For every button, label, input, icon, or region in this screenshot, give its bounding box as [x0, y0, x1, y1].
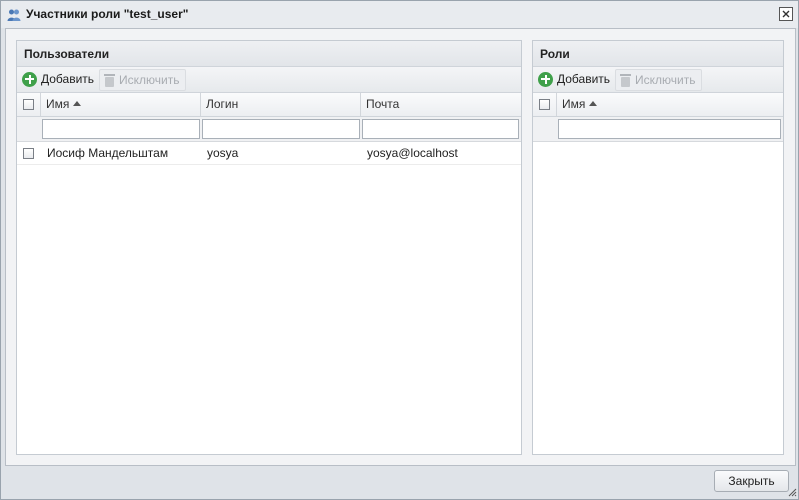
roles-panel-title: Роли [540, 47, 570, 61]
add-icon [538, 71, 553, 87]
window-title: Участники роли "test_user" [26, 7, 189, 21]
table-row[interactable]: Иосиф Мандельштам yosya yosya@localhost [17, 142, 521, 165]
users-select-all-col [17, 93, 41, 116]
add-role-label: Добавить [557, 72, 611, 86]
users-panel-title: Пользователи [24, 47, 110, 61]
filter-name-input[interactable] [42, 119, 200, 139]
users-icon [7, 9, 21, 21]
close-button-label: Закрыть [728, 474, 775, 488]
column-header-name[interactable]: Имя [41, 93, 201, 116]
trash-icon [620, 73, 631, 87]
add-user-button[interactable]: Добавить [22, 69, 94, 89]
user-email-cell: yosya@localhost [367, 146, 458, 160]
users-panel: Пользователи Добавить Исключить Имя Логи… [16, 40, 522, 455]
remove-user-label: Исключить [119, 73, 180, 87]
close-button[interactable]: Закрыть [714, 470, 789, 492]
filter-login-input[interactable] [202, 119, 360, 139]
add-role-button[interactable]: Добавить [538, 69, 610, 89]
users-filter-row [17, 117, 521, 142]
column-header-login-label: Логин [206, 97, 239, 111]
column-header-email-label: Почта [366, 97, 400, 111]
user-name-cell: Иосиф Мандельштам [47, 146, 169, 160]
resize-handle-icon[interactable] [788, 488, 797, 497]
roles-column-header-name-label: Имя [562, 97, 586, 111]
trash-icon [104, 73, 115, 87]
row-checkbox[interactable] [23, 148, 34, 159]
remove-user-button[interactable]: Исключить [99, 69, 186, 91]
dialog-window: Участники роли "test_user" Пользователи … [0, 0, 799, 500]
sort-ascending-icon [73, 101, 82, 106]
users-column-header: Имя Логин Почта [17, 93, 521, 117]
add-user-label: Добавить [41, 72, 95, 86]
roles-column-header-name[interactable]: Имя [557, 93, 783, 116]
column-header-name-label: Имя [46, 97, 70, 111]
roles-toolbar: Добавить Исключить [533, 67, 783, 93]
column-header-email[interactable]: Почта [361, 93, 521, 116]
roles-panel-header: Роли [533, 41, 783, 67]
users-toolbar: Добавить Исключить [17, 67, 521, 93]
filter-email-input[interactable] [362, 119, 519, 139]
roles-select-all-col [533, 93, 557, 116]
add-icon [22, 71, 37, 87]
remove-role-button[interactable]: Исключить [615, 69, 702, 91]
select-all-roles-checkbox[interactable] [539, 99, 550, 110]
user-login-cell: yosya [207, 146, 239, 160]
sort-ascending-icon [589, 101, 598, 106]
dialog-body: Пользователи Добавить Исключить Имя Логи… [5, 28, 796, 466]
roles-filter-row [533, 117, 783, 142]
title-bar[interactable]: Участники роли "test_user" [1, 1, 798, 28]
column-header-login[interactable]: Логин [201, 93, 361, 116]
roles-column-header: Имя [533, 93, 783, 117]
close-window-button[interactable] [779, 7, 793, 21]
close-icon [782, 10, 790, 18]
select-all-users-checkbox[interactable] [23, 99, 34, 110]
roles-panel: Роли Добавить Исключить Имя [532, 40, 784, 455]
remove-role-label: Исключить [635, 73, 696, 87]
filter-role-name-input[interactable] [558, 119, 781, 139]
users-panel-header: Пользователи [17, 41, 521, 67]
